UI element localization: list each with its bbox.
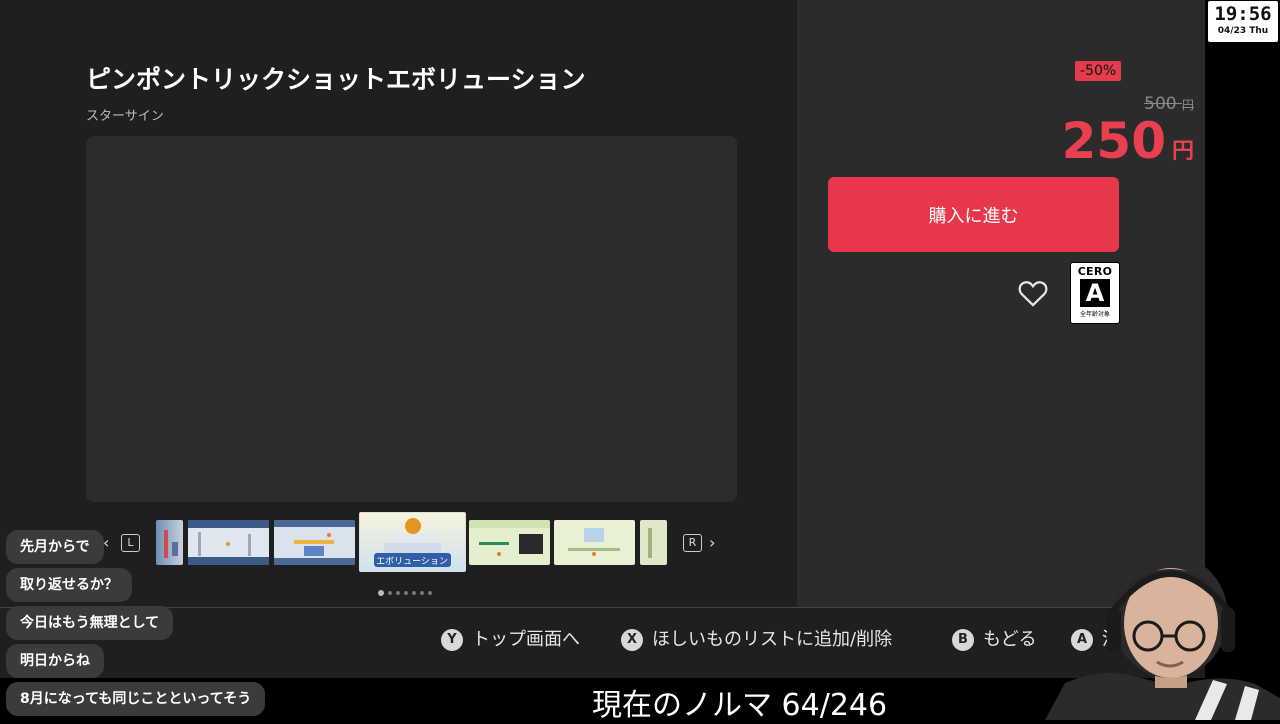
discount-badge: -50% (1075, 61, 1122, 81)
media-thumbnail[interactable] (554, 520, 635, 565)
carousel-dot (396, 590, 400, 595)
cero-rating-badge: CERO A 全年齢対象 (1070, 262, 1120, 324)
clock-overlay: 19:56 04/23 Thu (1208, 1, 1278, 42)
proceed-to-purchase-button[interactable]: 購入に進む (828, 177, 1119, 252)
l-button-icon: L (121, 534, 140, 552)
carousel-dot (388, 590, 392, 595)
original-price-value: 500 (1144, 94, 1177, 114)
carousel-dot (428, 590, 432, 595)
sale-price-currency: 円 (1171, 139, 1194, 164)
chevron-left-icon[interactable]: ‹ (103, 533, 109, 552)
wishlist-toggle-label: ほしいものリストに追加/削除 (652, 629, 893, 650)
media-thumbnail[interactable] (640, 520, 667, 565)
y-button-icon: Y (441, 629, 463, 651)
top-screen-button[interactable]: Y トップ画面へ (441, 625, 580, 651)
chat-message: 先月からで (6, 530, 104, 564)
carousel-dot (404, 590, 408, 595)
media-thumbnail[interactable] (156, 520, 183, 565)
cero-grade: A (1080, 279, 1110, 307)
sale-price-value: 250 (1061, 112, 1166, 170)
media-viewer[interactable] (86, 136, 737, 502)
media-thumbnail-active[interactable]: エボリューション (359, 512, 466, 572)
original-price-currency: 円 (1181, 98, 1194, 112)
carousel-dot (412, 590, 416, 595)
media-thumbnail[interactable] (188, 520, 269, 565)
cero-org: CERO (1077, 265, 1113, 278)
publisher-name: スターサイン (86, 109, 164, 124)
cero-caption: 全年齢対象 (1079, 311, 1110, 318)
carousel-indicator (378, 582, 436, 601)
x-button-icon: X (621, 629, 643, 651)
back-button[interactable]: B もどる (952, 625, 1037, 651)
carousel-dot (378, 589, 384, 596)
chat-message: 取り返せるか？ (6, 568, 132, 602)
chevron-right-icon[interactable]: › (709, 533, 715, 552)
sale-price: 250 円 (1062, 112, 1194, 170)
quota-text: 現在のノルマ 64/246 (592, 688, 888, 723)
r-button-icon: R (683, 534, 702, 552)
wishlist-heart-icon[interactable] (1016, 276, 1050, 310)
media-thumbnail[interactable] (469, 520, 550, 565)
webcam-overlay (1045, 548, 1280, 720)
media-thumbnail[interactable] (274, 520, 355, 565)
purchase-panel (797, 0, 1205, 607)
carousel-dot (420, 590, 424, 595)
clock-date: 04/23 Thu (1217, 26, 1269, 36)
thumbnail-caption: エボリューション (376, 556, 448, 567)
back-label: もどる (983, 629, 1037, 650)
wishlist-toggle-button[interactable]: X ほしいものリストに追加/削除 (621, 625, 892, 651)
top-screen-label: トップ画面へ (472, 629, 580, 650)
clock-time: 19:56 (1214, 3, 1272, 25)
game-title: ピンポントリックショットエボリューション (86, 65, 586, 94)
chat-message: 明日からね (6, 644, 104, 678)
b-button-icon: B (952, 629, 974, 651)
original-price: 500 円 (1144, 94, 1194, 114)
chat-message: 今日はもう無理として (6, 606, 174, 640)
